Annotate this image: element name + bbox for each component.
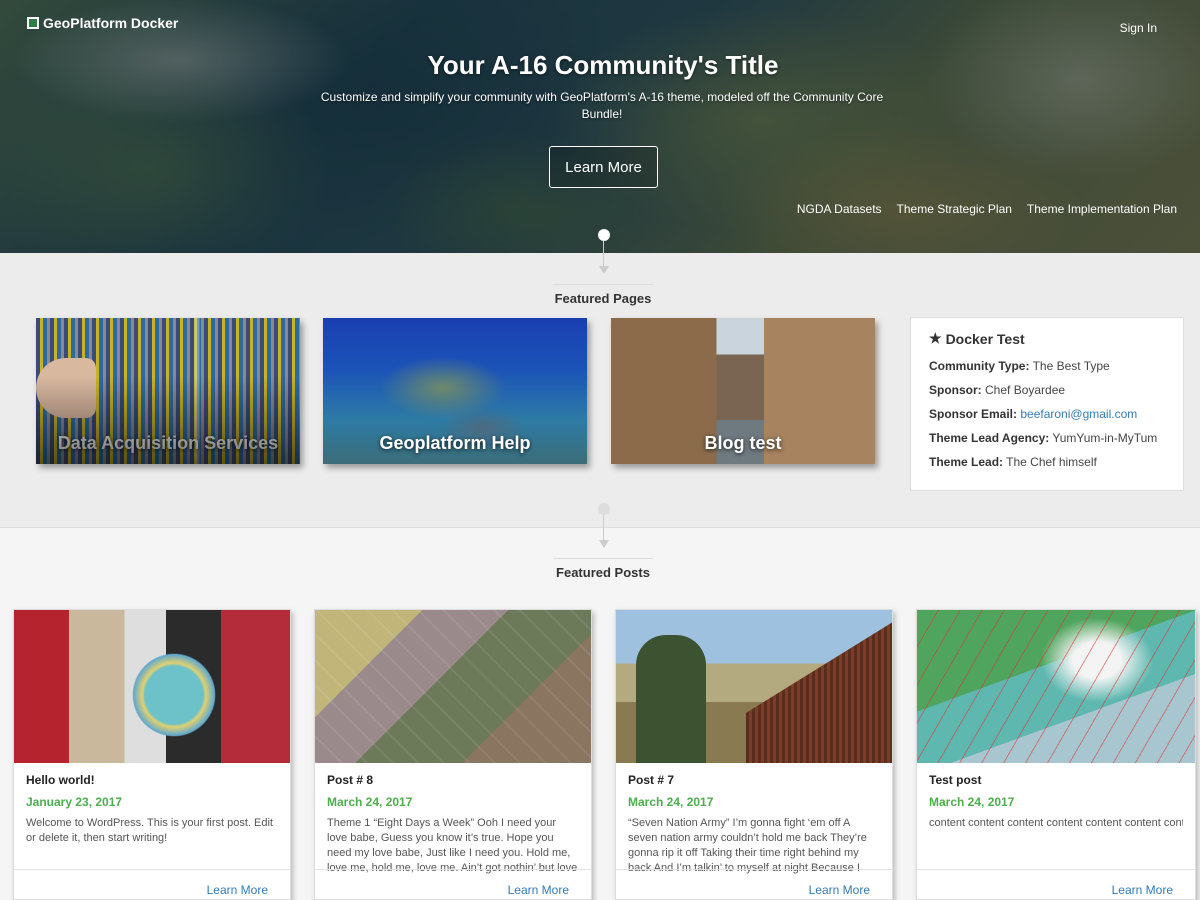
featured-page-label: Geoplatform Help (379, 433, 531, 453)
post-title[interactable]: Test post (929, 773, 1183, 787)
timeline-arrow-icon (599, 540, 609, 548)
featured-page-card[interactable]: Data Acquisition Services (36, 318, 300, 464)
timeline-dot (598, 229, 610, 241)
post-excerpt: content content content content content … (929, 817, 1183, 829)
hero-links: NGDA Datasets Theme Strategic Plan Theme… (797, 202, 1177, 216)
post-card: Post # 8 March 24, 2017 Theme 1 “Eight D… (314, 609, 592, 900)
post-card: Post # 7 March 24, 2017 “Seven Nation Ar… (615, 609, 893, 900)
timeline-line (603, 241, 604, 266)
theme-implementation-plan-link[interactable]: Theme Implementation Plan (1027, 202, 1177, 216)
post-thumbnail[interactable] (14, 610, 290, 763)
post-learn-more-link[interactable]: Learn More (1112, 883, 1173, 897)
post-excerpt: “Seven Nation Army” I’m gonna fight ‘em … (628, 817, 867, 874)
learn-more-button[interactable]: Learn More (549, 146, 658, 188)
post-excerpt: Theme 1 “Eight Days a Week” Ooh I need y… (327, 817, 578, 874)
brand-logo-icon (27, 17, 39, 29)
hero-title: Your A-16 Community's Title (427, 50, 779, 80)
brand-link[interactable]: GeoPlatform Docker (27, 15, 178, 31)
theme-lead-row: Theme Lead: The Chef himself (929, 455, 1097, 469)
post-thumbnail[interactable] (917, 610, 1195, 763)
post-title[interactable]: Post # 8 (327, 773, 579, 787)
post-date: March 24, 2017 (929, 795, 1015, 809)
post-excerpt: Welcome to WordPress. This is your first… (26, 817, 273, 844)
ngda-datasets-link[interactable]: NGDA Datasets (797, 202, 882, 216)
featured-posts-heading: Featured Posts (503, 558, 703, 580)
post-title[interactable]: Hello world! (26, 773, 278, 787)
sponsor-email-row: Sponsor Email: beefaroni@gmail.com (929, 407, 1138, 421)
brand-name: GeoPlatform Docker (43, 15, 179, 31)
featured-pages-heading: Featured Pages (503, 284, 703, 306)
post-learn-more-link[interactable]: Learn More (809, 883, 870, 897)
featured-page-label: Blog test (704, 433, 782, 453)
hero-banner: GeoPlatform Docker Sign In Your A-16 Com… (0, 0, 1200, 253)
community-type-row: Community Type: The Best Type (929, 359, 1110, 373)
post-learn-more-link[interactable]: Learn More (508, 883, 569, 897)
community-info-box: ★ Docker Test Community Type: The Best T… (910, 317, 1184, 491)
star-icon: ★ (929, 330, 942, 346)
community-title: ★ Docker Test (929, 330, 1025, 347)
post-card: Hello world! January 23, 2017 Welcome to… (13, 609, 291, 900)
featured-page-label: Data Acquisition Services (57, 433, 279, 453)
sign-in-link[interactable]: Sign In (1120, 21, 1157, 35)
post-date: January 23, 2017 (26, 795, 123, 809)
post-thumbnail[interactable] (616, 610, 892, 763)
hero-subtitle: Customize and simplify your community wi… (320, 90, 884, 121)
post-thumbnail[interactable] (315, 610, 591, 763)
theme-strategic-plan-link[interactable]: Theme Strategic Plan (897, 202, 1012, 216)
post-title[interactable]: Post # 7 (628, 773, 880, 787)
post-card: Test post March 24, 2017 content content… (916, 609, 1196, 900)
featured-page-card[interactable]: Geoplatform Help (323, 318, 587, 464)
sponsor-email-link[interactable]: beefaroni@gmail.com (1020, 407, 1137, 421)
timeline-dot (598, 503, 610, 515)
theme-lead-agency-row: Theme Lead Agency: YumYum-in-MyTum (929, 431, 1158, 445)
post-date: March 24, 2017 (628, 795, 714, 809)
timeline-line (603, 515, 604, 540)
featured-page-card[interactable]: Blog test (611, 318, 875, 464)
sponsor-row: Sponsor: Chef Boyardee (929, 383, 1066, 397)
post-date: March 24, 2017 (327, 795, 413, 809)
post-learn-more-link[interactable]: Learn More (207, 883, 268, 897)
timeline-arrow-icon (599, 266, 609, 274)
